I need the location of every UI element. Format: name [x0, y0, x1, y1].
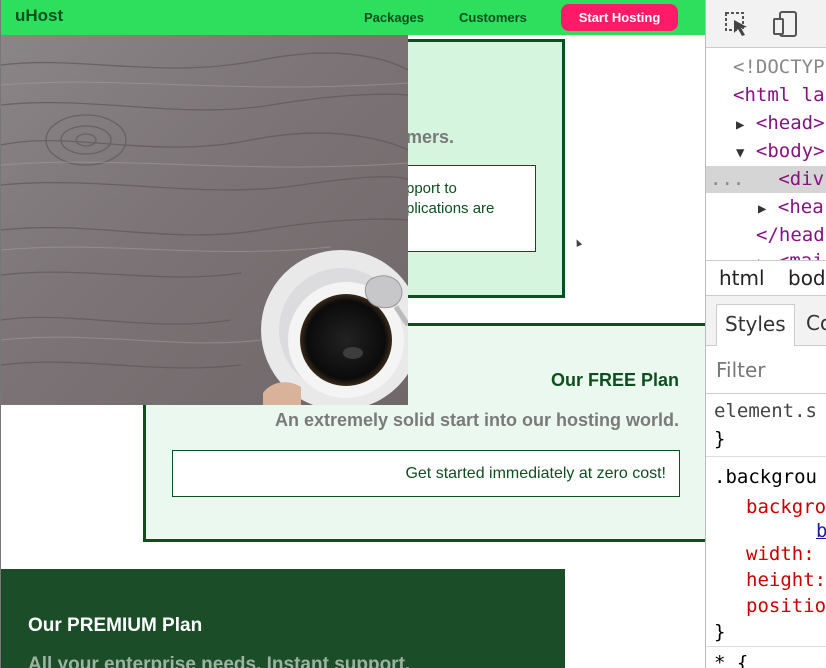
- dom-head-line[interactable]: ▶ <head>: [736, 110, 825, 137]
- styles-tabs: Styles Co: [706, 296, 826, 346]
- style-prop-background-value[interactable]: b: [816, 518, 826, 544]
- dom-body-line[interactable]: ▼ <body>: [736, 138, 825, 165]
- dom-tree: <!DOCTYP <html la ▶ <head> ▼ <body> ... <…: [706, 48, 826, 262]
- free-plan-subtitle: An extremely solid start into our hostin…: [274, 410, 679, 430]
- breadcrumb-body[interactable]: bod: [788, 266, 826, 290]
- style-prop-width[interactable]: width:: [746, 541, 815, 567]
- background-photo: [1, 35, 408, 405]
- breadcrumb-html[interactable]: html: [719, 266, 765, 290]
- style-prop-height[interactable]: height:: [746, 567, 826, 593]
- premium-plan-title: Our PREMIUM Plan: [28, 615, 203, 636]
- nav-link-customers[interactable]: Customers: [459, 10, 527, 25]
- inspect-element-icon[interactable]: [723, 10, 751, 38]
- devtools-panel: <!DOCTYP <html la ▶ <head> ▼ <body> ... <…: [705, 0, 826, 668]
- plan-card-top-subtitle: mers.: [406, 127, 455, 147]
- dom-header-line[interactable]: ▶ <hea: [758, 194, 824, 221]
- premium-plan-subtitle: All your enterprise needs. Instant suppo…: [28, 654, 411, 668]
- devtools-toolbar: [706, 0, 826, 48]
- element-style-close: }: [714, 428, 726, 450]
- mouse-cursor-icon: [573, 238, 583, 247]
- start-hosting-button[interactable]: Start Hosting: [561, 4, 678, 31]
- style-prop-background[interactable]: backgro: [746, 494, 826, 520]
- rule-selector[interactable]: .backgrou: [714, 464, 817, 490]
- site-navbar: uHost Packages Customers Start Hosting: [1, 0, 705, 35]
- styles-filter-input[interactable]: Filter: [706, 346, 826, 394]
- plan-card-top-text-line1: pport to: [406, 180, 457, 197]
- tab-styles[interactable]: Styles: [716, 304, 795, 346]
- next-rule-selector[interactable]: * {: [714, 650, 748, 668]
- dom-selected-div-line[interactable]: ... <div: [706, 166, 826, 193]
- breadcrumb: html bod: [706, 260, 826, 296]
- tab-computed[interactable]: Co: [798, 304, 826, 346]
- free-plan-description: Get started immediately at zero cost!: [405, 465, 666, 482]
- webpage-viewport: mers. pport to plications are Our FREE P…: [0, 0, 705, 668]
- nav-link-packages[interactable]: Packages: [364, 10, 424, 25]
- rule-close: }: [714, 621, 726, 643]
- device-toolbar-icon[interactable]: [772, 10, 800, 38]
- dom-html-line[interactable]: <html la: [733, 82, 825, 109]
- brand-logo[interactable]: uHost: [15, 6, 63, 26]
- dom-doctype-line[interactable]: <!DOCTYP: [733, 54, 825, 81]
- plan-card-top-text-line2: plications are: [406, 200, 495, 217]
- element-style-selector: element.s: [714, 400, 817, 422]
- style-prop-position[interactable]: positio: [746, 593, 826, 619]
- dom-header-close-line[interactable]: </head: [756, 222, 825, 249]
